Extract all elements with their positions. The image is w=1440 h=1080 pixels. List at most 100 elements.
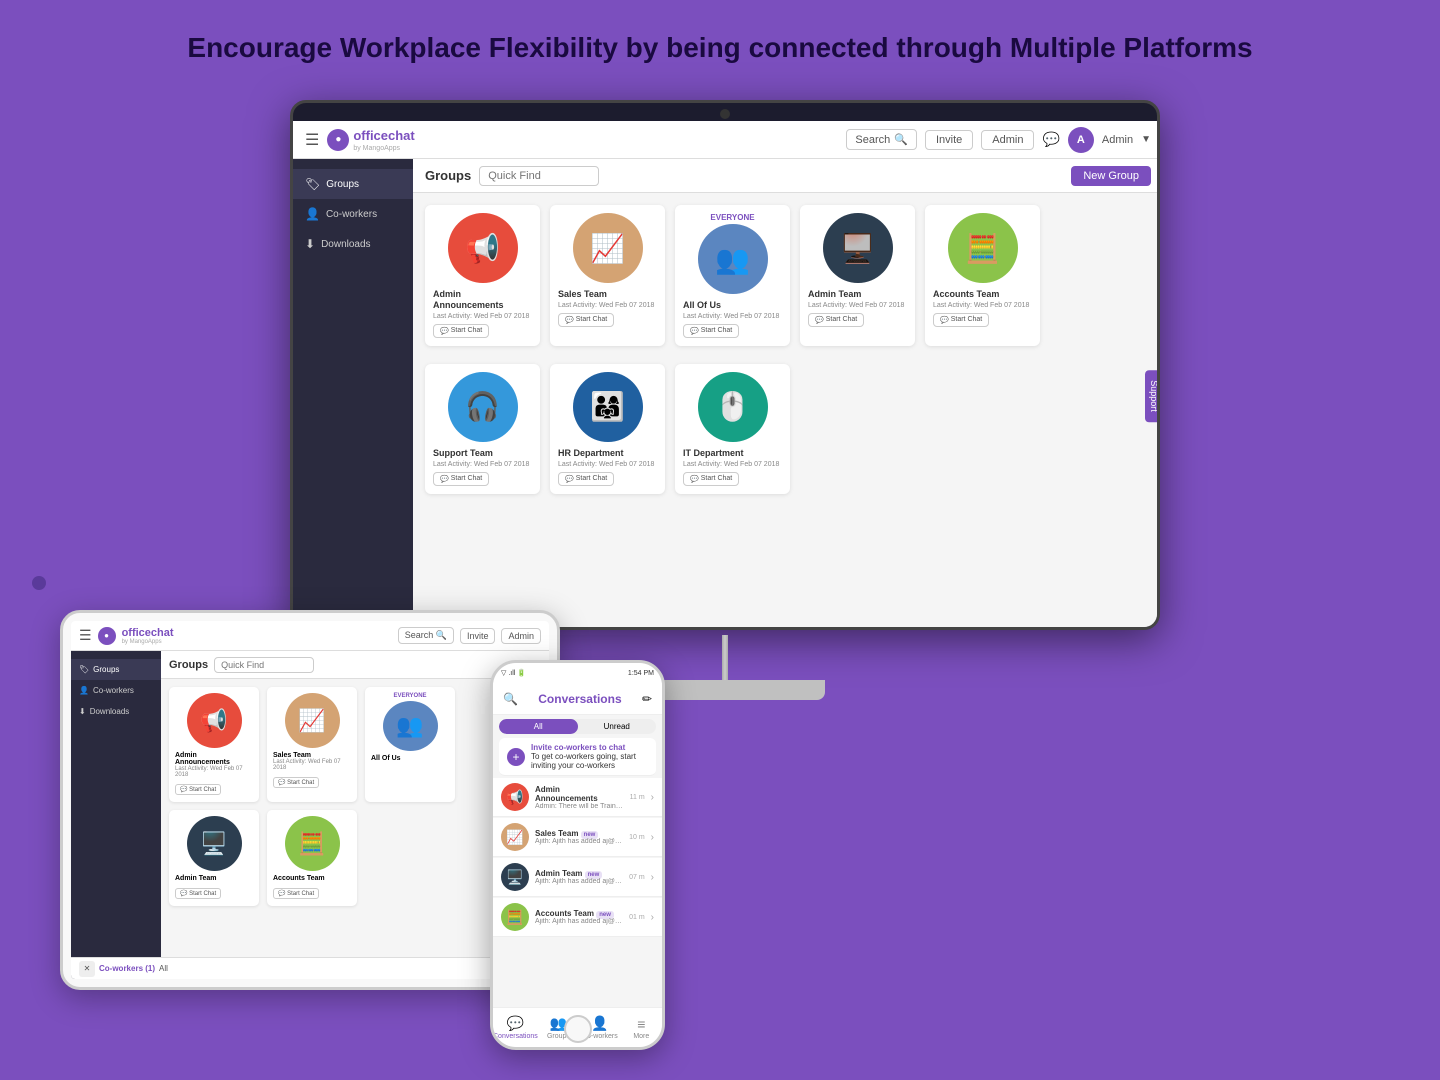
tablet-everyone-label: EVERYONE [371,693,449,699]
tablet-start-chat-admin-team[interactable]: 💬 Start Chat [175,888,221,899]
support-tab[interactable]: Support [1145,370,1160,422]
quick-find-input[interactable] [479,166,599,186]
logo-sub: by MangoApps [353,145,414,152]
tablet-icon-admin: 📢 [187,693,242,748]
monitor-notch [720,109,730,119]
phone-home-button[interactable] [564,1015,592,1043]
nav-more-label: More [633,1033,649,1040]
start-chat-btn-2[interactable]: 💬 Start Chat [683,324,739,338]
dropdown-icon[interactable]: ▼ [1141,134,1151,145]
phone-conv-name-1: Sales Team new [535,829,623,838]
chat-icon-3: 💬 [815,316,824,324]
tablet-card-admin-announcements: 📢 Admin Announcements Last Activity: Wed… [169,687,259,802]
group-card-admin-announcements: 📢 Admin Announcements Last Activity: Wed… [425,205,540,346]
tablet-coworkers-label: Co-workers [93,686,134,695]
phone-conv-time-0: 11 m [630,794,645,801]
start-chat-btn-7[interactable]: 💬 Start Chat [683,472,739,486]
tablet-sidebar-coworkers[interactable]: 👤 Co-workers [71,680,161,701]
phone-nav-conversations[interactable]: 💬 Conversations [493,1015,538,1040]
sidebar-item-groups[interactable]: 🏷 Groups [293,169,413,199]
start-chat-btn-3[interactable]: 💬 Start Chat [808,313,864,327]
phone-conv-name-3: Accounts Team new [535,909,623,918]
tablet-hamburger-icon[interactable]: ☰ [79,627,92,644]
phone-conv-sales-team[interactable]: 📈 Sales Team new Ajith: Ajith has added … [493,818,662,857]
tablet-invite-btn[interactable]: Invite [460,628,496,644]
group-card-support-team: 🎧 Support Team Last Activity: Wed Feb 07… [425,364,540,494]
phone-outer: ▽ .ıll 🔋 1:54 PM 🔍 Conversations ✏ All U… [490,660,665,1050]
invite-button[interactable]: Invite [925,130,973,150]
invite-title: Invite co-workers to chat [531,743,648,752]
hamburger-icon[interactable]: ☰ [305,130,319,150]
chat-icon-5: 💬 [440,475,449,483]
tablet-footer-all[interactable]: All [159,964,168,973]
phone-conv-admin-team[interactable]: 🖥️ Admin Team new Ajith: Ajith has added… [493,858,662,897]
phone-conv-info-0: Admin Announcements Admin: There will be… [535,785,624,810]
phone-conv-admin-announcements[interactable]: 📢 Admin Announcements Admin: There will … [493,778,662,817]
tablet-start-chat-accounts[interactable]: 💬 Start Chat [273,888,319,899]
chat-icon-2: 💬 [690,327,699,335]
group-icon-it-department: 🖱️ [698,372,768,442]
phone-conv-icon-2: 🖥️ [501,863,529,891]
status-bar-time: 1:54 PM [628,670,654,677]
everyone-label: EVERYONE [683,213,782,222]
tablet-sidebar-groups[interactable]: 🏷 Groups [71,659,161,680]
phone-title: Conversations [538,692,621,706]
group-meta-4: Last Activity: Wed Feb 07 2018 [933,302,1032,309]
tablet-logo-text-block: officechat by MangoApps [122,627,174,645]
phone-wrapper: ▽ .ıll 🔋 1:54 PM 🔍 Conversations ✏ All U… [490,660,665,1050]
start-chat-btn-4[interactable]: 💬 Start Chat [933,313,989,327]
edit-icon-phone[interactable]: ✏ [642,692,652,706]
filter-all-btn[interactable]: All [499,719,578,734]
group-name-1: Sales Team [558,289,657,300]
group-meta-0: Last Activity: Wed Feb 07 2018 [433,313,532,320]
topbar-logo: ● officechat by MangoApps [327,128,414,152]
desktop-sidebar: 🏷 Groups 👤 Co-workers ⬇ Downloads [293,159,413,630]
filter-unread-btn[interactable]: Unread [578,719,657,734]
chat-icon[interactable]: 💬 [1042,131,1059,148]
chat-icon-7: 💬 [690,475,699,483]
phone-conv-accounts-team[interactable]: 🧮 Accounts Team new Ajith: Ajith has add… [493,898,662,937]
logo-symbol: ● [335,134,341,145]
invite-plus-icon[interactable]: + [507,748,525,766]
groups-grid: 📢 Admin Announcements Last Activity: Wed… [413,193,1160,506]
nav-conversations-icon: 💬 [507,1015,524,1032]
group-card-sales-team: 📈 Sales Team Last Activity: Wed Feb 07 2… [550,205,665,346]
group-name-0: Admin Announcements [433,289,532,311]
sidebar-item-downloads[interactable]: ⬇ Downloads [293,229,413,259]
group-meta-3: Last Activity: Wed Feb 07 2018 [808,302,907,309]
phone-conv-name-2: Admin Team new [535,869,623,878]
admin-button[interactable]: Admin [981,130,1034,150]
tablet-quick-find[interactable] [214,657,314,673]
phone-conv-msg-1: Ajith: Ajith has added aj@@mangospring.c… [535,838,623,845]
desktop-search[interactable]: Search 🔍 [846,129,917,150]
group-card-all-of-us: EVERYONE 👥 All Of Us Last Activity: Wed … [675,205,790,346]
tablet-coworkers-icon: 👤 [79,686,89,695]
tablet-downloads-label: Downloads [90,707,130,716]
group-name-3: Admin Team [808,289,907,300]
tablet-name-sales: Sales Team [273,752,351,759]
search-icon-phone[interactable]: 🔍 [503,692,518,706]
phone-conv-msg-2: Ajith: Ajith has added aj@mangospring.co… [535,878,623,885]
tablet-search[interactable]: Search 🔍 [398,627,454,644]
tablet-logo-icon: ● [98,627,116,645]
phone-nav-more[interactable]: ≡ More [621,1016,662,1040]
tablet-footer-coworkers[interactable]: Co-workers (1) [99,964,155,973]
tablet-start-chat-sales[interactable]: 💬 Start Chat [273,777,319,788]
start-chat-btn-0[interactable]: 💬 Start Chat [433,324,489,338]
bullet-point [32,576,46,590]
admin-avatar: A [1068,127,1094,153]
tablet-admin-btn[interactable]: Admin [501,628,541,644]
tablet-downloads-icon: ⬇ [79,707,86,716]
group-card-admin-team: 🖥️ Admin Team Last Activity: Wed Feb 07 … [800,205,915,346]
start-chat-btn-5[interactable]: 💬 Start Chat [433,472,489,486]
tablet-meta-sales: Last Activity: Wed Feb 07 2018 [273,759,351,771]
tablet-close-btn[interactable]: ✕ [79,961,95,977]
start-chat-btn-1[interactable]: 💬 Start Chat [558,313,614,327]
phone-conv-msg-0: Admin: There will be Training Session Sc… [535,803,624,810]
start-chat-btn-6[interactable]: 💬 Start Chat [558,472,614,486]
tablet-sidebar-downloads[interactable]: ⬇ Downloads [71,701,161,722]
phone-conv-time-3: 01 m [629,914,645,921]
tablet-start-chat-admin[interactable]: 💬 Start Chat [175,784,221,795]
new-group-button[interactable]: New Group [1071,166,1151,186]
sidebar-item-coworkers[interactable]: 👤 Co-workers [293,199,413,229]
